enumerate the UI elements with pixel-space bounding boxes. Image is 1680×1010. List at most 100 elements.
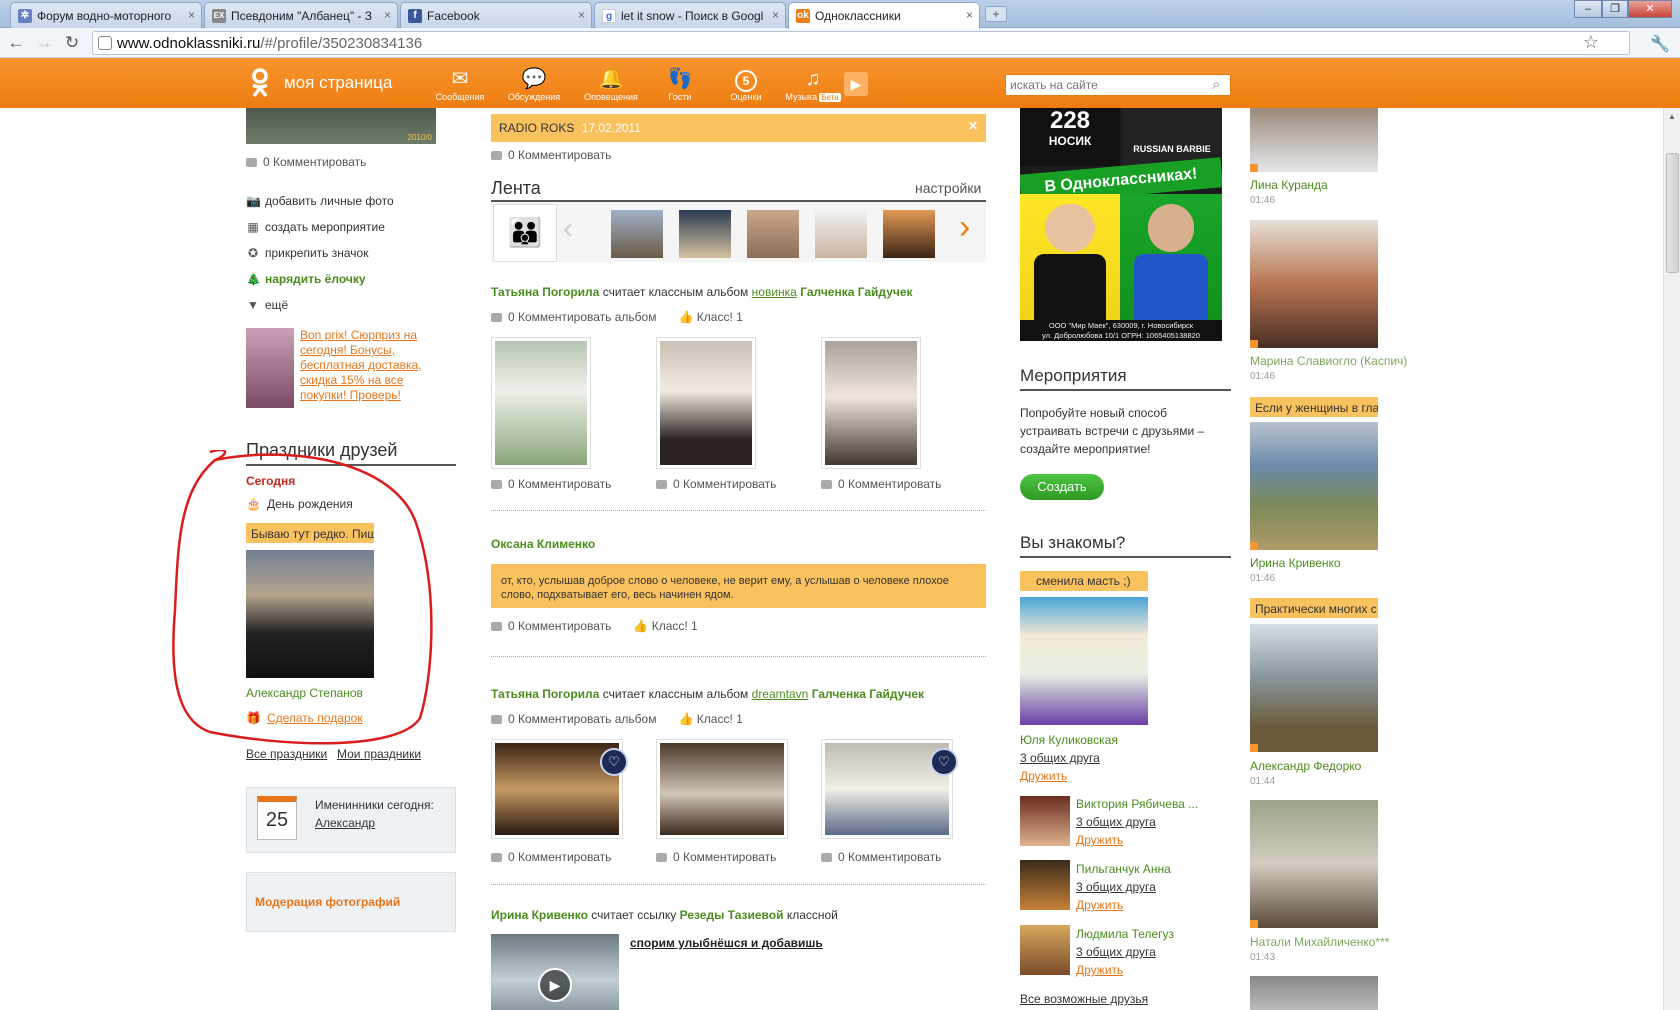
forward-arrow-icon[interactable]: →: [34, 33, 54, 53]
friend-name-link[interactable]: Александр Степанов: [246, 686, 363, 700]
common-friends-link[interactable]: 3 общих друга: [1076, 945, 1156, 959]
promo-link[interactable]: Bon prix! Сюрприз на сегодня! Бонусы, бе…: [300, 328, 432, 403]
comment-link[interactable]: 0 Комментировать: [491, 850, 611, 864]
promo-image[interactable]: [246, 328, 294, 408]
close-icon[interactable]: ×: [188, 8, 195, 22]
chevron-right-icon[interactable]: ›: [959, 208, 970, 247]
add-photo-action[interactable]: 📷 добавить личные фото: [246, 194, 394, 208]
my-holidays-link[interactable]: Мои праздники: [337, 747, 421, 761]
nav-guests[interactable]: 👣 Гости: [645, 66, 715, 102]
friend-photo[interactable]: [246, 550, 374, 678]
klass-button[interactable]: 👍 Класс! 1: [633, 619, 697, 633]
album-photo[interactable]: [491, 337, 591, 469]
comment-link[interactable]: 0 Комментировать: [491, 477, 611, 491]
site-search-input[interactable]: [1005, 74, 1231, 96]
befriend-link[interactable]: Дружить: [1020, 769, 1067, 783]
all-holidays-link[interactable]: Все праздники: [246, 747, 327, 761]
link-title[interactable]: спорим улыбнёшся и добавишь: [630, 936, 823, 950]
close-icon[interactable]: ×: [772, 8, 779, 22]
online-friend-name[interactable]: Александр Федорко: [1250, 759, 1361, 773]
online-friend-name[interactable]: Натали Михайличенко***: [1250, 935, 1389, 949]
all-friends-icon[interactable]: 👪: [493, 204, 557, 262]
online-friend-photo[interactable]: [1250, 624, 1378, 752]
author-link[interactable]: Татьяна Погорила: [491, 687, 599, 701]
new-tab-button[interactable]: +: [985, 6, 1007, 22]
close-window-button[interactable]: ✕: [1628, 0, 1672, 18]
minimize-button[interactable]: –: [1574, 0, 1602, 18]
wrench-icon[interactable]: 🔧: [1650, 34, 1670, 54]
suggested-friend-name[interactable]: Людмила Телегуз: [1076, 927, 1174, 941]
online-friend-photo[interactable]: [1250, 976, 1378, 1010]
decorate-tree-action[interactable]: 🎄 нарядить ёлочку: [246, 272, 366, 286]
common-friends-link[interactable]: 3 общих друга: [1020, 751, 1100, 765]
chevron-left-icon[interactable]: ‹: [563, 212, 573, 246]
author-link[interactable]: Татьяна Погорила: [491, 285, 599, 299]
scroll-up-arrow-icon[interactable]: ▲: [1668, 112, 1676, 121]
online-friend-photo[interactable]: [1250, 108, 1378, 172]
online-friend-photo[interactable]: [1250, 422, 1378, 550]
owner-link[interactable]: Галченка Гайдучек: [812, 687, 924, 701]
klass-button[interactable]: 👍 Класс! 1: [678, 712, 742, 726]
comment-link[interactable]: 0 Комментировать: [656, 477, 776, 491]
owner-link[interactable]: Галченка Гайдучек: [800, 285, 912, 299]
friend-thumb[interactable]: [883, 210, 935, 258]
suggested-friend-name[interactable]: Юля Куликовская: [1020, 733, 1118, 747]
befriend-link[interactable]: Дружить: [1076, 898, 1123, 912]
suggested-friend-name[interactable]: Виктория Рябичева ...: [1076, 797, 1198, 811]
comment-album-link[interactable]: 0 Комментировать альбом 👍 Класс! 1: [491, 310, 743, 324]
photo-moderation-link[interactable]: Модерация фотографий: [246, 872, 456, 932]
befriend-link[interactable]: Дружить: [1076, 963, 1123, 977]
nav-discussions[interactable]: 💬 Обсуждения: [499, 66, 569, 102]
browser-tab-4[interactable]: g let it snow - Поиск в Googl ×: [594, 2, 786, 28]
back-arrow-icon[interactable]: ←: [6, 33, 26, 53]
tshirt-advertisement[interactable]: 228 НОСИК RUSSIAN BARBIE В Одноклассника…: [1020, 108, 1222, 341]
klass-button[interactable]: 👍 Класс! 1: [678, 310, 742, 324]
album-photo[interactable]: ♡: [491, 739, 628, 839]
reload-icon[interactable]: ↻: [62, 33, 82, 53]
scrollbar-thumb[interactable]: [1666, 153, 1679, 273]
browser-tab-3[interactable]: f Facebook ×: [400, 2, 592, 28]
browser-tab-1[interactable]: ✲ Форум водно-моторного ×: [10, 2, 202, 28]
search-icon[interactable]: ⌕: [1212, 76, 1220, 93]
video-thumbnail[interactable]: ▶: [491, 934, 619, 1010]
close-icon[interactable]: ×: [966, 8, 973, 22]
comment-link[interactable]: 0 Комментировать 👍 Класс! 1: [491, 619, 698, 633]
my-page-link[interactable]: моя страница: [284, 73, 392, 93]
album-link[interactable]: новинка: [752, 285, 797, 299]
suggested-friend-photo[interactable]: [1020, 860, 1070, 910]
owner-link[interactable]: Резеды Тазиевой: [680, 908, 784, 922]
common-friends-link[interactable]: 3 общих друга: [1076, 815, 1156, 829]
make-gift-row[interactable]: 🎁 Сделать подарок: [246, 711, 363, 725]
comment-link[interactable]: 0 Комментировать: [656, 850, 776, 864]
online-friend-name[interactable]: Лина Куранда: [1250, 178, 1328, 192]
author-link[interactable]: Оксана Клименко: [491, 537, 595, 551]
maximize-button[interactable]: ❐: [1602, 0, 1628, 18]
close-icon[interactable]: ✕: [968, 119, 978, 133]
nav-music[interactable]: ♫ Музыка Бета: [778, 66, 848, 102]
comment-album-link[interactable]: 0 Комментировать альбом 👍 Класс! 1: [491, 712, 743, 726]
album-link[interactable]: dreamtavn: [752, 687, 809, 701]
friend-thumb[interactable]: [611, 210, 663, 258]
bookmark-star-icon[interactable]: ☆: [1583, 32, 1599, 53]
author-link[interactable]: Ирина Кривенко: [491, 908, 588, 922]
address-bar[interactable]: www.odnoklassniki.ru/#/profile/350230834…: [92, 31, 1630, 55]
online-friend-name[interactable]: Ирина Кривенко: [1250, 556, 1341, 570]
nav-notifications[interactable]: 🔔 Оповещения: [576, 66, 646, 102]
nameday-link[interactable]: Александр: [315, 816, 375, 830]
suggested-friend-photo[interactable]: [1020, 925, 1070, 975]
comment-link[interactable]: 0 Комментировать: [491, 148, 611, 162]
nav-ratings[interactable]: 5 Оценки: [711, 66, 781, 102]
common-friends-link[interactable]: 3 общих друга: [1076, 880, 1156, 894]
online-friend-photo[interactable]: [1250, 800, 1378, 928]
play-icon[interactable]: ▶: [538, 968, 572, 1002]
comment-link[interactable]: 0 Комментировать: [821, 850, 941, 864]
suggested-friend-name[interactable]: Пильганчук Анна: [1076, 862, 1171, 876]
create-event-button[interactable]: Создать: [1020, 474, 1104, 500]
close-icon[interactable]: ×: [578, 8, 585, 22]
album-photo[interactable]: ♡: [821, 739, 958, 839]
online-friend-name[interactable]: Марина Славиогло (Каспич): [1250, 354, 1407, 368]
browser-tab-2[interactable]: EX Псевдоним "Албанец" - З ×: [204, 2, 398, 28]
create-event-action[interactable]: ▦ создать мероприятие: [246, 220, 385, 234]
close-icon[interactable]: ×: [384, 8, 391, 22]
more-action[interactable]: ▼ ещё: [246, 298, 288, 312]
